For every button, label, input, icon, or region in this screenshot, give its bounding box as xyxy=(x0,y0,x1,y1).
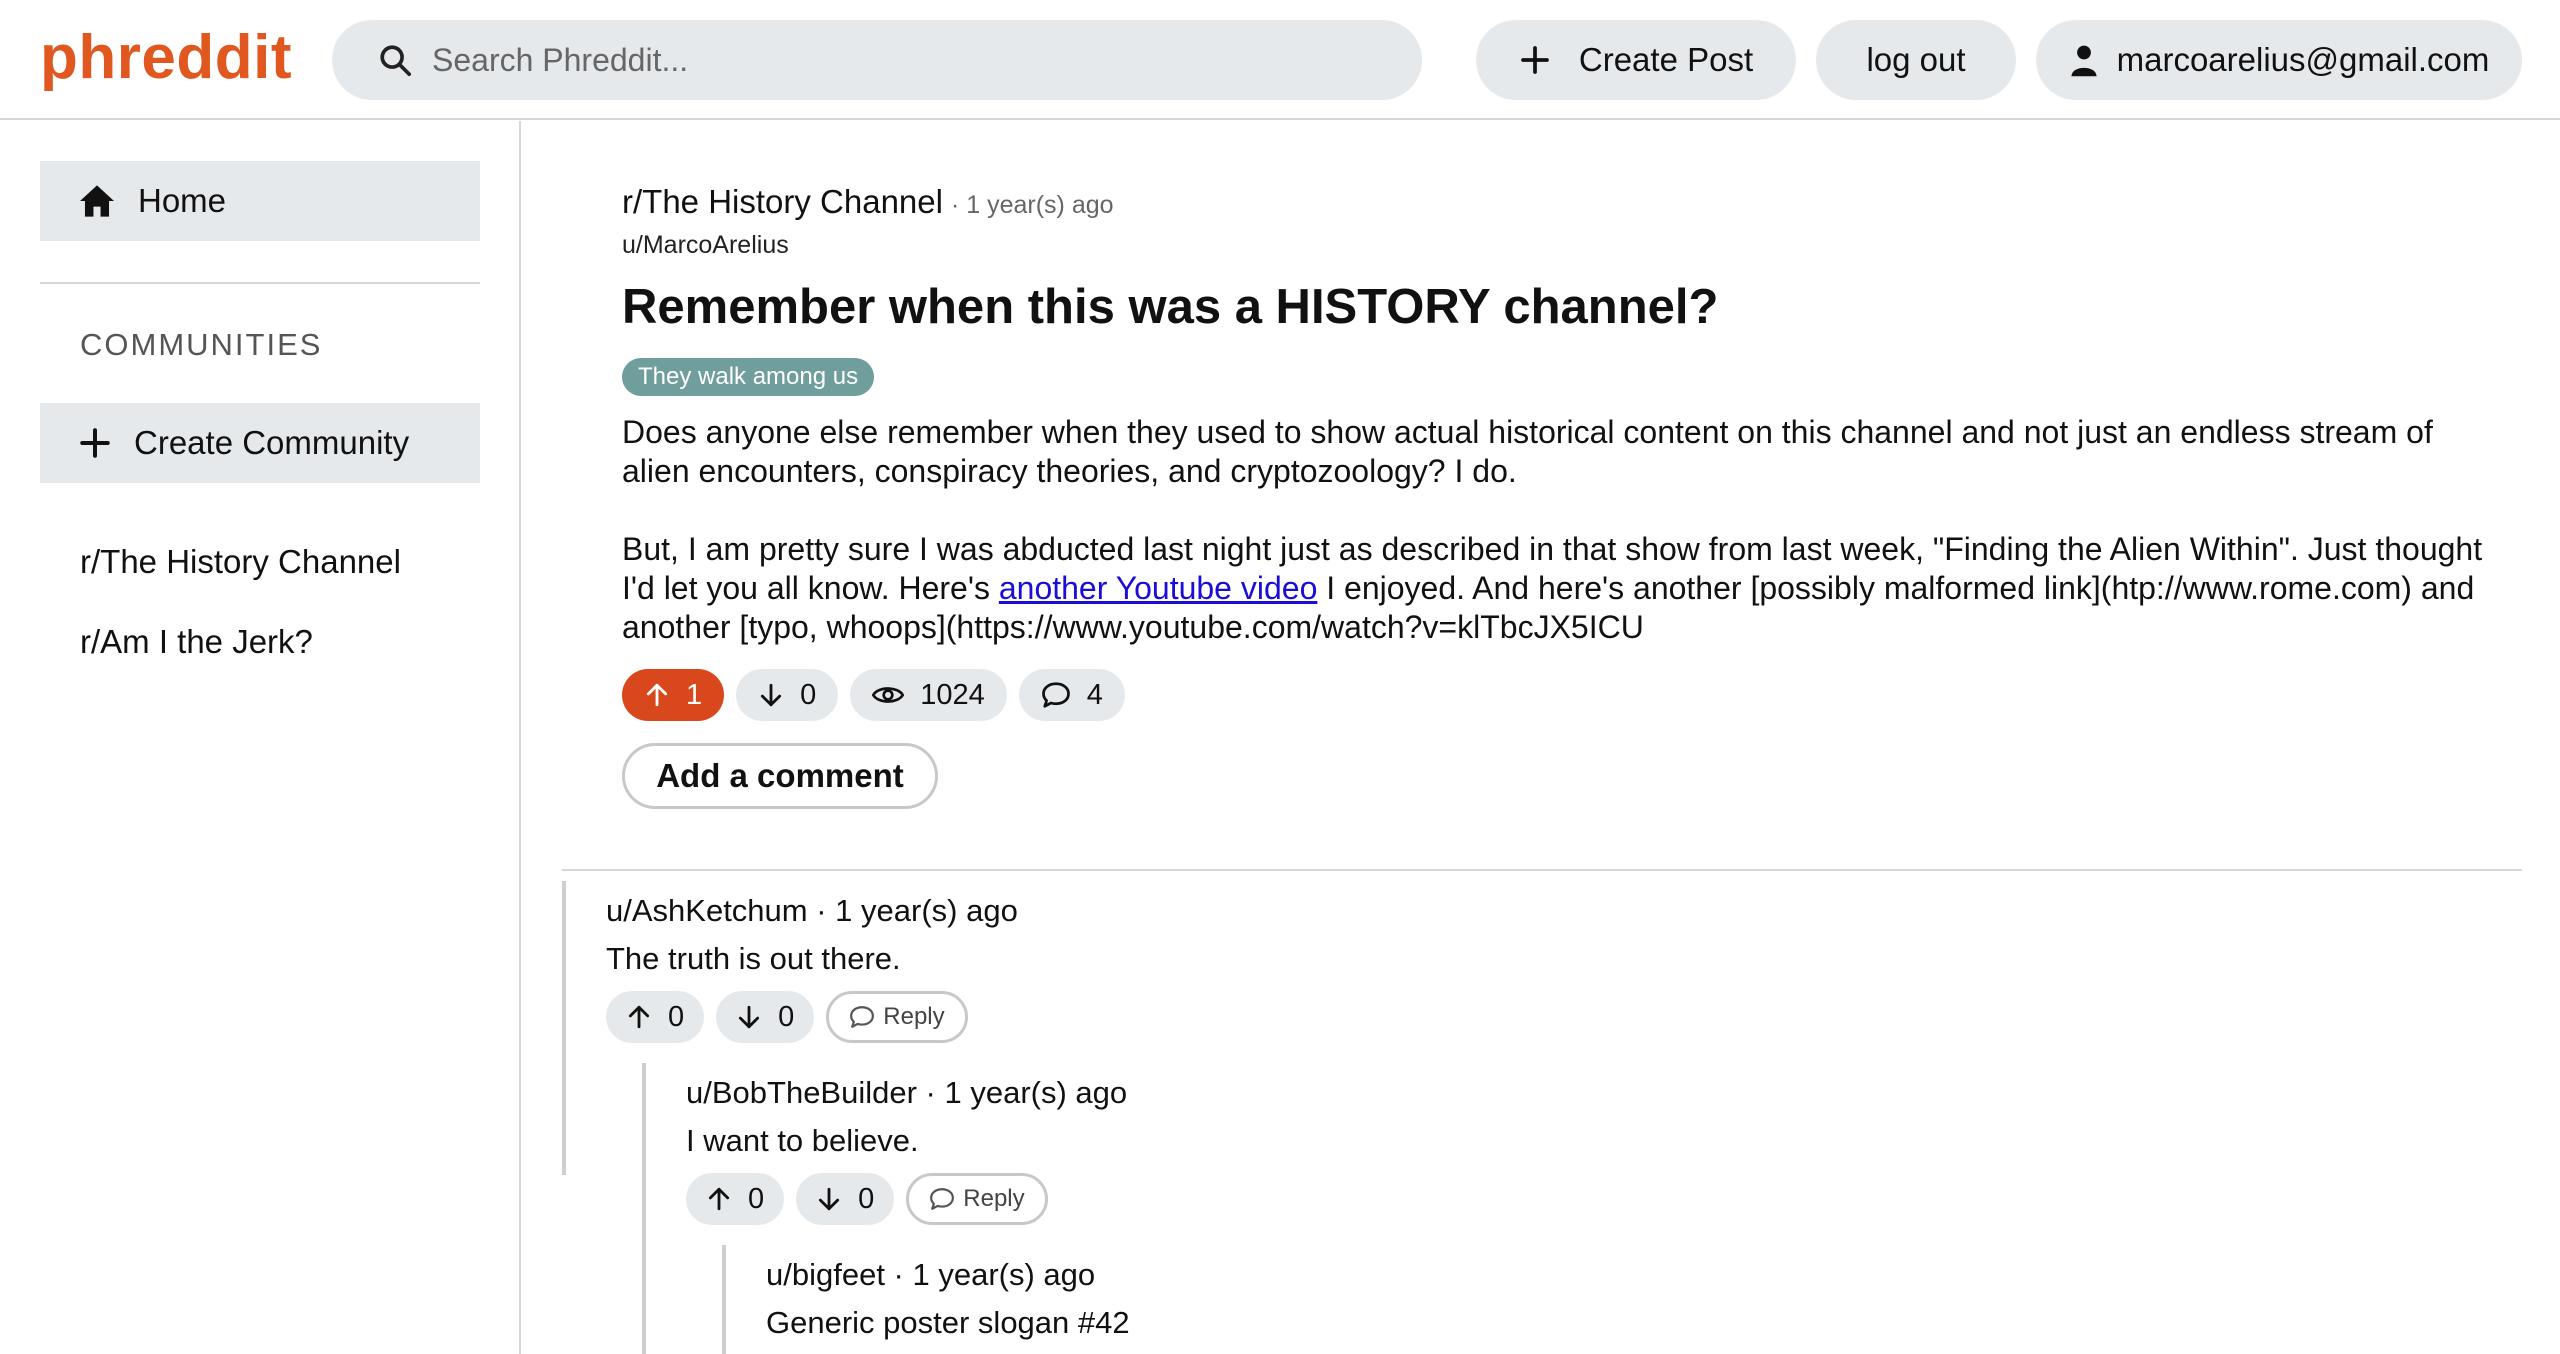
reply-label: Reply xyxy=(883,1003,945,1030)
eye-icon xyxy=(872,687,905,703)
comments-counter[interactable]: 4 xyxy=(1018,669,1125,721)
comment-meta: u/AshKetchum · 1 year(s) ago xyxy=(606,893,1018,929)
comment-text: Generic poster slogan #42 xyxy=(766,1305,1130,1340)
plus-icon xyxy=(80,428,110,458)
user-email: marcoarelius@gmail.com xyxy=(2116,41,2490,78)
post-actions: 1 0 1024 4 xyxy=(622,669,1137,721)
search-input[interactable] xyxy=(432,41,1332,79)
search-bar[interactable] xyxy=(332,20,1422,100)
post-view: r/The History Channel · 1 year(s) ago u/… xyxy=(522,121,2560,1354)
arrow-up-icon xyxy=(646,683,668,707)
post-community-link[interactable]: r/The History Channel xyxy=(622,183,943,221)
arrow-down-icon xyxy=(739,1005,760,1029)
meta-separator: · xyxy=(807,893,836,928)
sidebar-item-history-channel[interactable]: r/The History Channel xyxy=(80,543,401,581)
user-icon xyxy=(2071,45,2097,77)
comment-text: The truth is out there. xyxy=(606,941,901,976)
comment-author[interactable]: u/AshKetchum xyxy=(606,893,808,928)
comment-author[interactable]: u/bigfeet xyxy=(766,1257,885,1292)
views-count: 1024 xyxy=(920,678,985,711)
reply-button[interactable]: Reply xyxy=(826,991,968,1043)
logout-label: log out xyxy=(1866,41,1966,78)
create-community-label: Create Community xyxy=(134,424,410,461)
home-icon xyxy=(80,185,114,217)
comment-downvote-button[interactable]: 0 xyxy=(796,1173,895,1225)
comment-upvote-button[interactable]: 0 xyxy=(686,1173,785,1225)
downvote-count: 0 xyxy=(800,678,817,711)
comments-count: 4 xyxy=(1086,678,1103,711)
comment-time: 1 year(s) ago xyxy=(835,893,1018,928)
comment-text: I want to believe. xyxy=(686,1123,919,1158)
post-timestamp: · 1 year(s) ago xyxy=(950,191,1114,219)
communities-heading: COMMUNITIES xyxy=(80,327,323,362)
sidebar-divider xyxy=(40,282,480,284)
comment-author[interactable]: u/BobTheBuilder xyxy=(686,1075,917,1110)
views-counter: 1024 xyxy=(850,669,1007,721)
create-community-button[interactable]: Create Community xyxy=(40,403,480,483)
comment-time: 1 year(s) ago xyxy=(912,1257,1096,1292)
reply-button[interactable]: Reply xyxy=(906,1173,1048,1225)
post-body: Does anyone else remember when they used… xyxy=(622,413,2502,686)
sidebar-item-am-i-the-jerk[interactable]: r/Am I the Jerk? xyxy=(80,623,313,661)
post-divider xyxy=(562,869,2522,871)
arrow-down-icon xyxy=(761,683,782,707)
comment-upvote-button[interactable]: 0 xyxy=(606,991,705,1043)
user-profile-button[interactable]: marcoarelius@gmail.com xyxy=(2036,20,2522,100)
search-icon xyxy=(380,45,412,77)
post-title: Remember when this was a HISTORY channel… xyxy=(622,280,1719,334)
comment-icon xyxy=(850,1006,875,1028)
upvote-button[interactable]: 1 xyxy=(622,669,725,721)
post-paragraph-1: Does anyone else remember when they used… xyxy=(622,414,2433,489)
arrow-up-icon xyxy=(708,1187,730,1211)
create-post-button[interactable]: Create Post xyxy=(1476,20,1796,100)
arrow-up-icon xyxy=(628,1005,650,1029)
comment-upvote-count: 0 xyxy=(668,1000,685,1033)
comment-meta: u/BobTheBuilder · 1 year(s) ago xyxy=(686,1075,1127,1111)
comment-downvote-button[interactable]: 0 xyxy=(716,991,815,1043)
comment-icon xyxy=(1041,682,1070,708)
add-comment-button[interactable]: Add a comment xyxy=(622,743,938,809)
upvote-count: 1 xyxy=(686,678,703,711)
downvote-button[interactable]: 0 xyxy=(736,669,839,721)
comment-upvote-count: 0 xyxy=(748,1182,765,1215)
home-label: Home xyxy=(138,182,227,219)
comment-downvote-count: 0 xyxy=(858,1182,875,1215)
meta-separator: · xyxy=(884,1257,913,1292)
post-meta: r/The History Channel · 1 year(s) ago xyxy=(622,183,1114,221)
post-flair: They walk among us xyxy=(622,358,875,396)
comment-time: 1 year(s) ago xyxy=(944,1075,1128,1110)
logout-button[interactable]: log out xyxy=(1816,20,2016,100)
comment-icon xyxy=(930,1188,955,1210)
comment-actions: 0 0 Reply xyxy=(686,1173,1048,1225)
reply-label: Reply xyxy=(963,1185,1025,1212)
header: phreddit Create Post log out marcoareliu… xyxy=(0,0,2560,120)
post-author[interactable]: u/MarcoArelius xyxy=(622,231,789,260)
plus-icon xyxy=(1521,46,1549,74)
comment-thread: u/bigfeet · 1 year(s) ago Generic poster… xyxy=(722,1245,2522,1354)
comment-meta: u/bigfeet · 1 year(s) ago xyxy=(766,1257,1095,1293)
sidebar: Home COMMUNITIES Create Community r/The … xyxy=(0,121,521,1354)
create-post-label: Create Post xyxy=(1578,41,1754,78)
logo[interactable]: phreddit xyxy=(40,22,292,93)
youtube-link[interactable]: another Youtube video xyxy=(999,570,1318,606)
meta-separator: · xyxy=(916,1075,945,1110)
home-button[interactable]: Home xyxy=(40,161,480,241)
comment-actions: 0 0 Reply xyxy=(606,991,968,1043)
comment-downvote-count: 0 xyxy=(778,1000,795,1033)
post-paragraph-2: But, I am pretty sure I was abducted las… xyxy=(622,530,2502,647)
arrow-down-icon xyxy=(819,1187,840,1211)
